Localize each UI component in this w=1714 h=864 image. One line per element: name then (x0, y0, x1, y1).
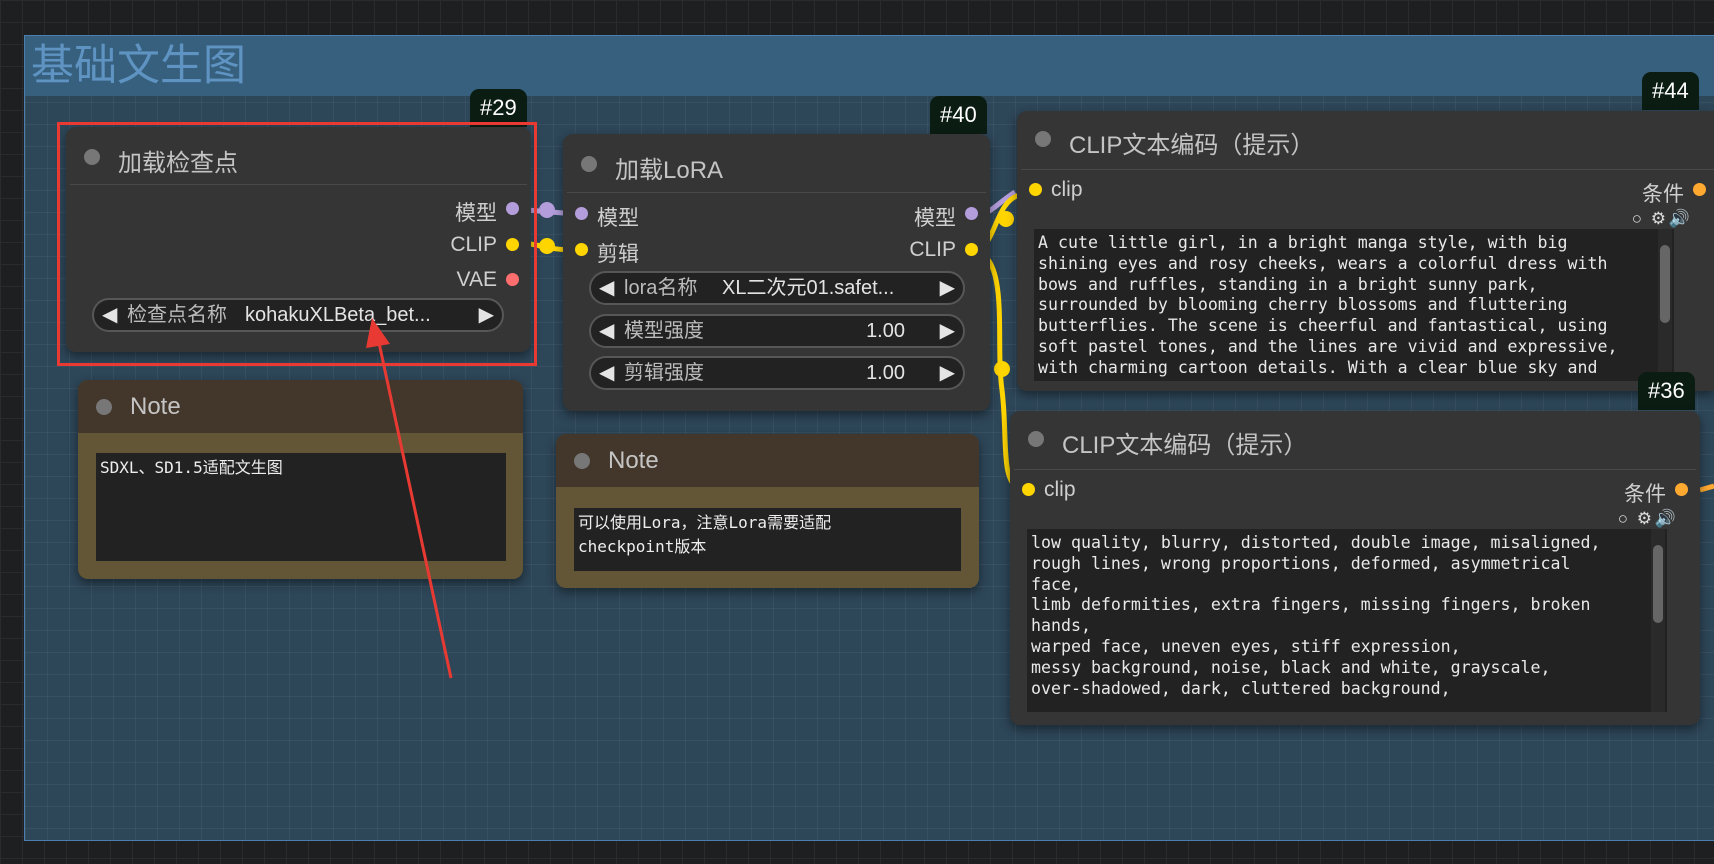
annotation-arrow (366, 318, 453, 679)
